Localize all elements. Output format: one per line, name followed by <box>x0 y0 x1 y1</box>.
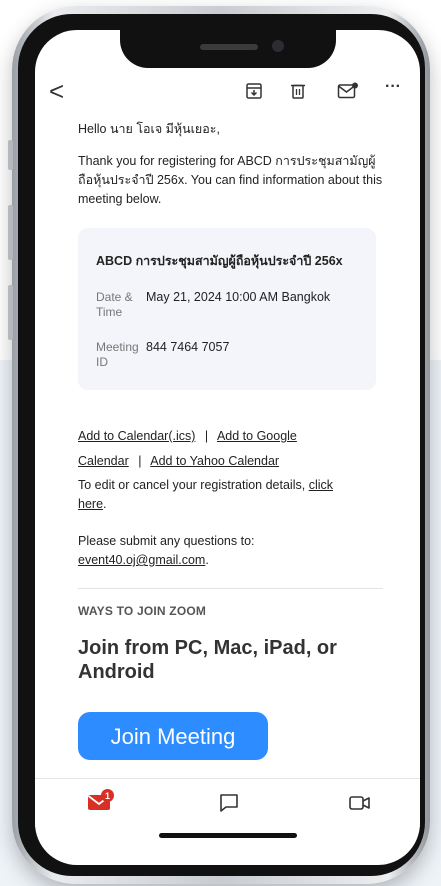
meeting-title: ABCD การประชุมสามัญผู้ถือหุ้นประจำปี 256… <box>96 254 343 268</box>
chat-icon[interactable] <box>219 793 239 818</box>
back-icon[interactable]: < <box>49 76 64 107</box>
volume-down-button <box>8 285 13 340</box>
home-indicator <box>159 833 297 838</box>
date-time-label: Date & Time <box>96 290 133 320</box>
bottom-navigation: 1 <box>35 778 420 865</box>
mark-unread-icon[interactable] <box>337 82 359 105</box>
date-label-line1: Date & <box>96 290 133 304</box>
period: . <box>103 497 107 511</box>
submit-email-link[interactable]: event40.oj@gmail.com <box>78 553 205 567</box>
front-camera <box>272 40 284 52</box>
meeting-info-card: ABCD การประชุมสามัญผู้ถือหุ้นประจำปี 256… <box>78 228 376 390</box>
unread-badge: 1 <box>101 789 114 802</box>
date-time-value: May 21, 2024 10:00 AM Bangkok <box>146 290 331 304</box>
trash-icon[interactable] <box>289 82 307 105</box>
join-from-devices-heading: Join from PC, Mac, iPad, or Android <box>78 637 337 683</box>
meeting-label-line2: ID <box>96 355 108 369</box>
date-label-line2: Time <box>96 305 123 319</box>
registration-message: Thank you for registering for ABCD การปร… <box>78 154 383 206</box>
more-icon[interactable]: ··· <box>385 78 401 96</box>
period: . <box>205 553 209 567</box>
submit-questions-block: Please submit any questions to: event40.… <box>78 532 383 570</box>
meeting-id-value: 844 7464 7057 <box>146 340 230 354</box>
add-to-yahoo-calendar-link[interactable]: Add to Yahoo Calendar <box>150 454 279 468</box>
meeting-label-line1: Meeting <box>96 340 139 354</box>
ways-to-join-heading: WAYS TO JOIN ZOOM <box>78 604 207 618</box>
edit-text: To edit or cancel your registration deta… <box>78 478 306 492</box>
meeting-id-label: Meeting ID <box>96 340 139 370</box>
email-toolbar: < ··· <box>35 72 420 112</box>
edit-registration-text: To edit or cancel your registration deta… <box>78 476 383 514</box>
separator: | <box>204 429 209 443</box>
add-to-calendar-ics-link[interactable]: Add to Calendar(.ics) <box>78 429 195 443</box>
calendar-links: Add to Calendar(.ics) | Add to Google Ca… <box>78 424 383 474</box>
add-to-google-link-part1[interactable]: Add to Google <box>217 429 297 443</box>
divider <box>78 588 383 589</box>
volume-up-button <box>8 205 13 260</box>
click-here-link-part2[interactable]: here <box>78 497 103 511</box>
join-meeting-button[interactable]: Join Meeting <box>78 712 268 760</box>
mute-switch <box>8 140 13 170</box>
separator: | <box>138 454 142 468</box>
submit-questions-text: Please submit any questions to: <box>78 534 255 548</box>
click-here-link-part1[interactable]: click <box>309 478 333 492</box>
add-to-google-link-part2[interactable]: Calendar <box>78 454 129 468</box>
meet-video-icon[interactable] <box>349 795 371 816</box>
speaker <box>200 44 258 50</box>
greeting: Hello นาย โอเจ มีหุ้นเยอะ, <box>78 122 220 136</box>
archive-icon[interactable] <box>245 82 263 105</box>
